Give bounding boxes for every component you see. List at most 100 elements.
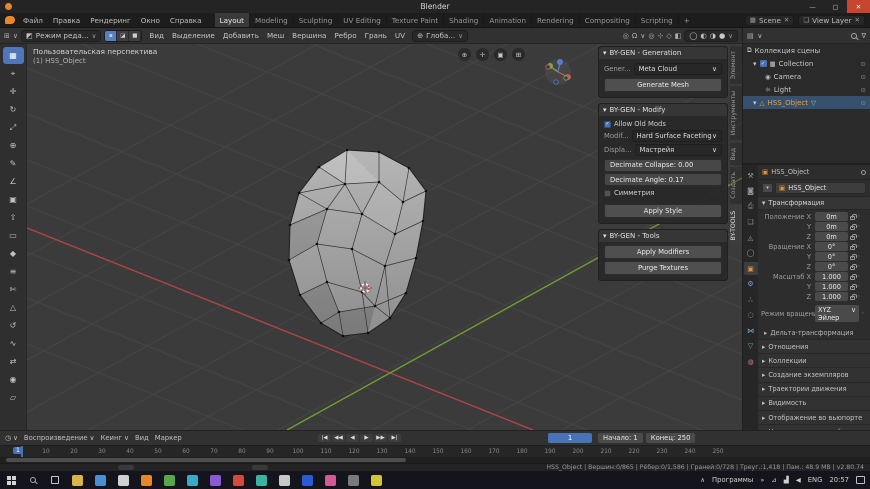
knife-tool-icon[interactable]: ✄	[3, 281, 24, 298]
animate-dot-icon[interactable]: ◦	[857, 284, 860, 290]
lock-icon[interactable]	[850, 223, 857, 230]
menu-item[interactable]: Окно	[136, 16, 165, 25]
app-icon[interactable]	[210, 474, 221, 486]
rotation-mode-dropdown[interactable]: XYZ Эйлер ∨	[815, 305, 859, 322]
inset-faces-tool-icon[interactable]: ▭	[3, 227, 24, 244]
viewport-menu-item[interactable]: Меш	[263, 31, 288, 40]
view-layer-selector[interactable]: ❏ View Layer ✕	[798, 14, 865, 26]
chevron-down-icon[interactable]: ∨	[728, 32, 733, 40]
workspace-tab[interactable]: Modeling	[250, 13, 294, 27]
lock-icon[interactable]	[850, 243, 857, 250]
browser-icon[interactable]	[95, 474, 106, 486]
outliner-row-active-object[interactable]: ▾ △ HSS_Object ▽ ⊙	[743, 96, 870, 109]
outliner-row-scene-collection[interactable]: ⧉ Коллекция сцены	[743, 44, 870, 57]
wireframe-shading-icon[interactable]: ◯	[689, 31, 697, 40]
file-explorer-icon[interactable]	[72, 474, 83, 486]
transform-value-field[interactable]: 0m	[815, 222, 848, 231]
menu-item[interactable]: Справка	[165, 16, 207, 25]
filter-funnel-icon[interactable]: ∇	[861, 32, 866, 40]
spin-tool-icon[interactable]: ↺	[3, 317, 24, 334]
select-box-tool-icon[interactable]: ▦	[2, 47, 24, 64]
extrude-tool-icon[interactable]: ⇧	[3, 209, 24, 226]
shrink-fatten-tool-icon[interactable]: ◉	[3, 371, 24, 388]
menu-item[interactable]: Файл	[18, 16, 48, 25]
scale-tool-icon[interactable]: ⤢	[3, 119, 24, 136]
tool-properties-tab[interactable]: ⚒	[744, 169, 758, 182]
lock-icon[interactable]	[850, 253, 857, 260]
object-name-field[interactable]: ▣ HSS_Object	[775, 182, 866, 194]
material-shading-icon[interactable]: ◑	[710, 31, 716, 40]
add-workspace-button[interactable]: +	[679, 16, 695, 25]
loop-cut-tool-icon[interactable]: ≡	[3, 263, 24, 280]
app-icon[interactable]	[118, 474, 129, 486]
eye-icon[interactable]: ⊙	[861, 73, 866, 81]
mode-dropdown[interactable]: ◩ Режим реда... ∨	[21, 29, 102, 42]
current-frame-field[interactable]: 1	[548, 433, 592, 443]
outliner-row-light[interactable]: ☼ Light ⊙	[743, 83, 870, 96]
maximize-button[interactable]: ▢	[824, 0, 847, 13]
navigation-gizmo[interactable]	[545, 59, 571, 85]
app-icon[interactable]	[187, 474, 198, 486]
menu-item[interactable]: Правка	[48, 16, 85, 25]
workspace-tab[interactable]: Compositing	[580, 13, 636, 27]
apply-style-button[interactable]: Apply Style	[604, 204, 722, 218]
outliner-row-collection[interactable]: ▾ ✓ ▦ Collection ⊙	[743, 57, 870, 70]
close-icon[interactable]: ✕	[855, 16, 860, 24]
notification-center-icon[interactable]	[856, 476, 865, 484]
blender-app-icon[interactable]	[141, 474, 152, 486]
viewport-menu-item[interactable]: Вершина	[288, 31, 330, 40]
symmetry-checkbox[interactable]	[604, 189, 611, 197]
transform-value-field[interactable]: 1.000	[815, 272, 848, 281]
workspace-tab[interactable]: Sculpting	[294, 13, 339, 27]
tray-app-icon[interactable]: ⊿	[771, 476, 776, 484]
jump-to-start-button[interactable]: |◀	[318, 434, 331, 442]
properties-section-header[interactable]: ▸ Видимость	[758, 396, 870, 411]
start-button[interactable]	[0, 471, 22, 489]
cursor-tool-icon[interactable]: ⌖	[3, 65, 24, 82]
app-icon[interactable]	[233, 474, 244, 486]
generate-mesh-button[interactable]: Generate Mesh	[604, 78, 722, 92]
snap-magnet-icon[interactable]: Ω	[632, 32, 637, 40]
apply-modifiers-button[interactable]: Apply Modifiers	[604, 245, 722, 259]
properties-section-header[interactable]: ▸ Отображение во вьюпорте	[758, 410, 870, 426]
clock-time[interactable]: 20:57	[829, 476, 849, 484]
menu-item[interactable]: Рендеринг	[85, 16, 136, 25]
tray-arrow-icon[interactable]: ∧	[700, 476, 705, 484]
allow-old-mods-checkbox[interactable]: ✓	[604, 120, 611, 128]
viewport-menu-item[interactable]: Вид	[145, 31, 168, 40]
edge-select-button[interactable]: ◪	[117, 30, 130, 41]
displacement-dropdown[interactable]: Мастрейя ∨	[634, 144, 722, 156]
properties-section-header[interactable]: ▸ Коллекции	[758, 354, 870, 369]
proportional-editing-icon[interactable]: ◎	[648, 32, 654, 40]
gizmo-toggle-icon[interactable]: ⊹	[657, 32, 663, 40]
transform-value-field[interactable]: 0m	[815, 232, 848, 241]
marker-menu[interactable]: Маркер	[155, 434, 182, 442]
browse-object-icon[interactable]: ▾	[762, 183, 773, 193]
animate-dot-icon[interactable]: ◦	[857, 274, 860, 280]
rotate-tool-icon[interactable]: ↻	[3, 101, 24, 118]
particles-properties-tab[interactable]: ∴	[744, 293, 758, 306]
collection-checkbox[interactable]: ✓	[759, 60, 767, 67]
outliner-row-camera[interactable]: ◉ Camera ⊙	[743, 70, 870, 83]
transform-section-header[interactable]: ▾ Трансформация	[758, 196, 870, 210]
toolbar-chevron-icon[interactable]: »	[760, 476, 764, 484]
lock-icon[interactable]	[850, 213, 857, 220]
workspace-tab[interactable]: Rendering	[532, 13, 580, 27]
volume-icon[interactable]: ◀	[796, 476, 801, 484]
animate-dot-icon[interactable]: ◦	[857, 294, 860, 300]
measure-tool-icon[interactable]: ∠	[3, 173, 24, 190]
pan-view-icon[interactable]: ✛	[476, 48, 489, 61]
app-icon[interactable]	[371, 474, 382, 486]
search-button[interactable]	[22, 471, 44, 489]
animate-dot-icon[interactable]: ◦	[857, 214, 860, 220]
rendered-shading-icon[interactable]: ●	[719, 31, 725, 40]
eye-icon[interactable]: ⊙	[861, 60, 866, 68]
next-keyframe-button[interactable]: ▶▶	[374, 434, 387, 442]
animate-dot-icon[interactable]: ◦	[857, 234, 860, 240]
network-icon[interactable]: ▟	[784, 476, 789, 484]
eye-icon[interactable]: ⊙	[861, 86, 866, 94]
app-icon[interactable]	[325, 474, 336, 486]
viewport-menu-item[interactable]: Выделение	[168, 31, 219, 40]
properties-section-header[interactable]: ▸ Отношения	[758, 340, 870, 355]
panel-header[interactable]: ▾ BY-GEN - Modify	[599, 104, 727, 116]
